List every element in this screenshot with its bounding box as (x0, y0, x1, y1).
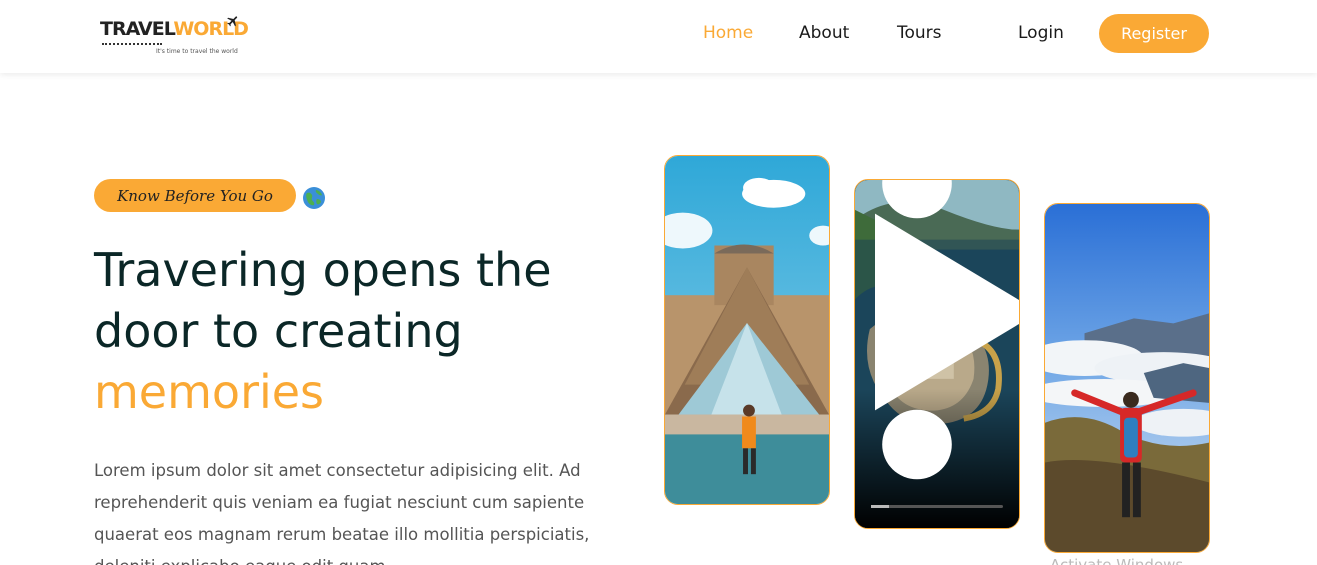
nav-tours[interactable]: Tours (897, 23, 942, 43)
site-header: TRAVELWORLD It's time to travel the worl… (0, 0, 1317, 73)
login-button[interactable]: Login (1018, 23, 1064, 43)
nav-home[interactable]: Home (703, 23, 753, 43)
hiker-photo (1045, 204, 1209, 552)
logo-tagline: It's time to travel the world (156, 48, 238, 55)
hero-image-louvre (664, 155, 830, 505)
hero-subtitle: Know Before You Go (94, 179, 296, 212)
hero-title-line1: Travering opens the (94, 243, 552, 297)
hero-video[interactable] (854, 179, 1020, 529)
hero-title: Travering opens the door to creating mem… (94, 240, 654, 423)
hero-title-line2: door to creating (94, 304, 463, 358)
nav-about[interactable]: About (799, 23, 849, 43)
hero-description: Lorem ipsum dolor sit amet consectetur a… (94, 461, 590, 565)
video-progress-bar[interactable] (871, 505, 1003, 508)
logo-dotted-path (102, 43, 162, 45)
plane-icon (227, 16, 238, 27)
globe-icon (303, 187, 325, 209)
logo[interactable]: TRAVELWORLD It's time to travel the worl… (100, 14, 249, 58)
louvre-photo (665, 156, 829, 504)
windows-activation-caption: Activate Windows (1050, 556, 1184, 565)
hero-image-hiker (1044, 203, 1210, 553)
more-vertical-icon[interactable] (854, 179, 999, 488)
video-progress-fill (871, 505, 890, 508)
register-button[interactable]: Register (1099, 14, 1209, 53)
hero-title-highlight: memories (94, 365, 325, 419)
